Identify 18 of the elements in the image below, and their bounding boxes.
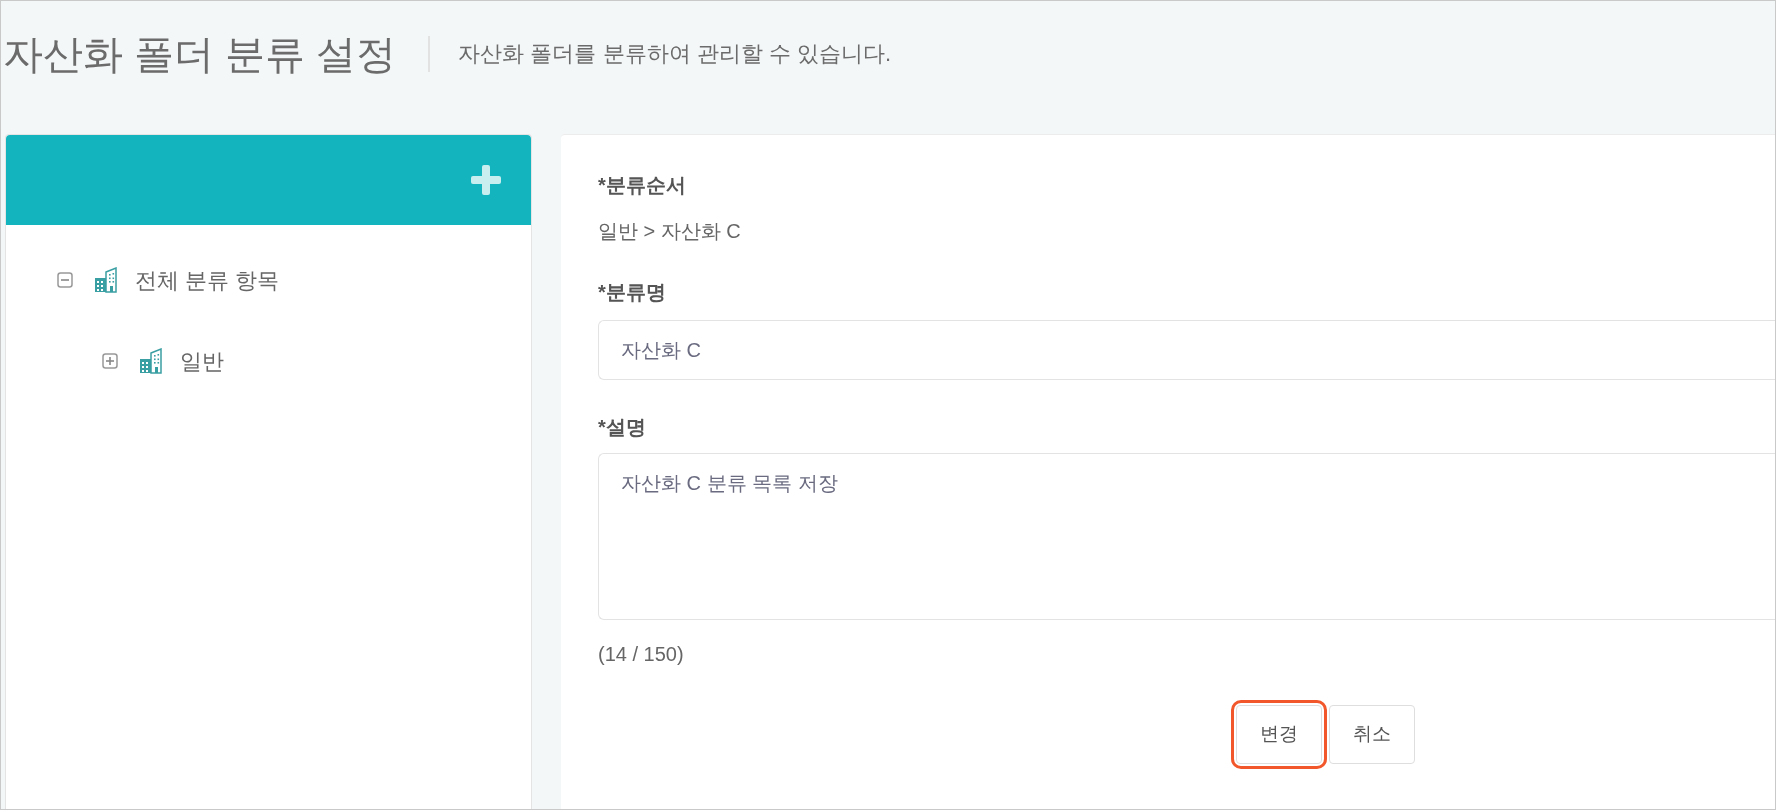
page-title: 자산화 폴더 분류 설정 bbox=[3, 31, 397, 78]
field-label: *분류순서 bbox=[598, 173, 687, 198]
field-value: 일반 > 자산화 C bbox=[598, 219, 742, 244]
building-icon bbox=[94, 267, 118, 293]
page-subtitle: 자산화 폴더를 분류하여 관리할 수 있습니다. bbox=[458, 40, 892, 68]
field-label: *분류명 bbox=[598, 280, 667, 305]
minus-box-icon[interactable] bbox=[57, 272, 73, 288]
plus-icon[interactable] bbox=[471, 165, 501, 195]
building-icon bbox=[139, 348, 163, 374]
character-counter: (14 / 150) bbox=[598, 642, 684, 667]
action-button[interactable]: 취소 bbox=[1329, 705, 1415, 764]
textarea-field[interactable]: 자산화 C 분류 목록 저장 bbox=[598, 453, 1775, 620]
tree-item[interactable]: 전체 분류 항목 bbox=[135, 263, 280, 297]
action-button[interactable]: 변경 bbox=[1236, 705, 1322, 764]
input-field[interactable]: 자산화 C bbox=[598, 320, 1775, 380]
plus-box-icon[interactable] bbox=[102, 353, 118, 369]
field-label: *설명 bbox=[598, 415, 647, 440]
tree-item[interactable]: 일반 bbox=[180, 344, 224, 378]
